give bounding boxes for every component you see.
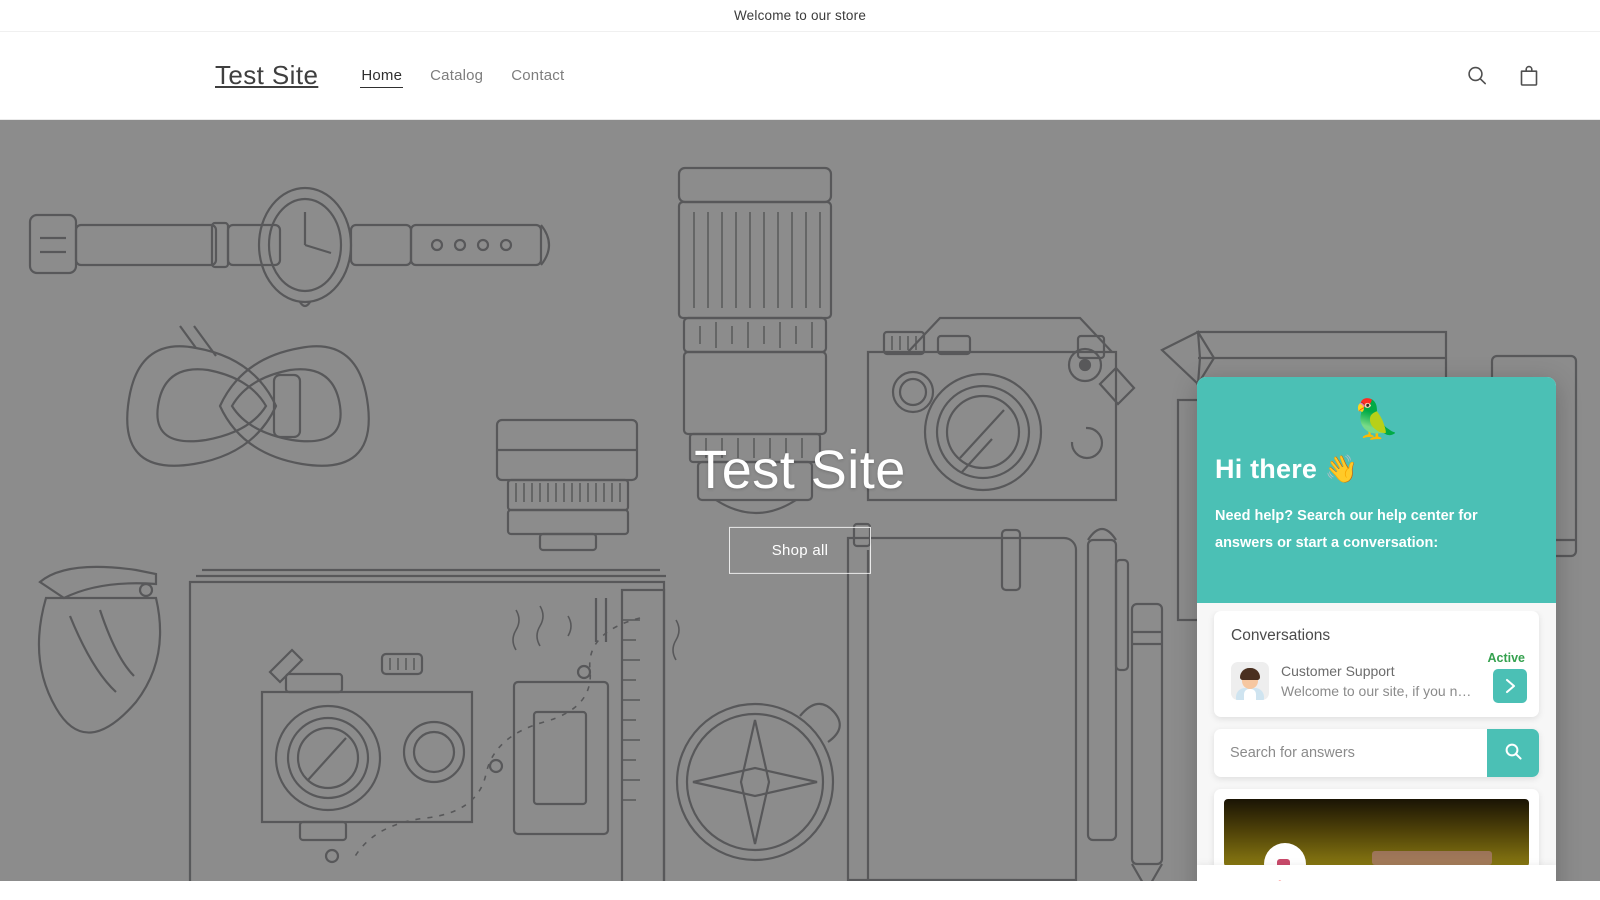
header-actions (1464, 63, 1552, 89)
site-header: Test Site Home Catalog Contact (0, 32, 1600, 120)
nav-item-contact[interactable]: Contact (510, 64, 565, 87)
search-icon (1504, 742, 1523, 764)
cart-icon[interactable] (1516, 63, 1542, 89)
chat-widget-footer[interactable]: 🦜 Add free live chat to your site (1197, 865, 1556, 881)
parrot-mascot-icon: 🦜 (1352, 399, 1401, 441)
chat-widget-body: Conversations Customer Support Welcome t… (1197, 611, 1556, 881)
chevron-right-icon[interactable] (1493, 669, 1527, 703)
status-badge: Active (1487, 651, 1525, 665)
conversation-preview: Welcome to our site, if you ne… (1281, 683, 1477, 699)
avatar (1231, 662, 1269, 700)
nav-item-home[interactable]: Home (360, 64, 404, 88)
main-navigation: Home Catalog Contact (360, 64, 565, 88)
help-search-card (1214, 729, 1539, 777)
announcement-text: Welcome to our store (733, 8, 867, 23)
conversation-text: Customer Support Welcome to our site, if… (1281, 663, 1481, 699)
nav-item-catalog[interactable]: Catalog (429, 64, 484, 87)
announcement-bar: Welcome to our store (0, 0, 1600, 32)
parrot-icon: 🦜 (1274, 880, 1293, 881)
chat-subtitle: Need help? Search our help center for an… (1215, 508, 1478, 551)
article-card[interactable] (1214, 789, 1539, 877)
article-title-placeholder (1372, 851, 1492, 865)
conversations-card: Conversations Customer Support Welcome t… (1214, 611, 1539, 717)
conversation-list-item[interactable]: Customer Support Welcome to our site, if… (1214, 651, 1539, 703)
shop-all-button[interactable]: Shop all (728, 526, 872, 574)
article-thumbnail (1224, 799, 1529, 877)
brand-logo[interactable]: Test Site (215, 60, 318, 91)
chat-widget: 🦜 Hi there 👋 Need help? Search our help … (1197, 377, 1556, 881)
search-input[interactable] (1214, 729, 1487, 777)
conversation-name: Customer Support (1281, 663, 1395, 679)
search-icon[interactable] (1464, 63, 1490, 89)
search-submit-button[interactable] (1487, 729, 1539, 777)
chat-greeting: Hi there 👋 (1215, 454, 1359, 484)
chat-widget-header: 🦜 Hi there 👋 Need help? Search our help … (1197, 377, 1556, 603)
hero-title: Test Site (694, 439, 906, 500)
hero-banner: Test Site Shop all 🦜 Hi there 👋 Need hel… (0, 120, 1600, 881)
